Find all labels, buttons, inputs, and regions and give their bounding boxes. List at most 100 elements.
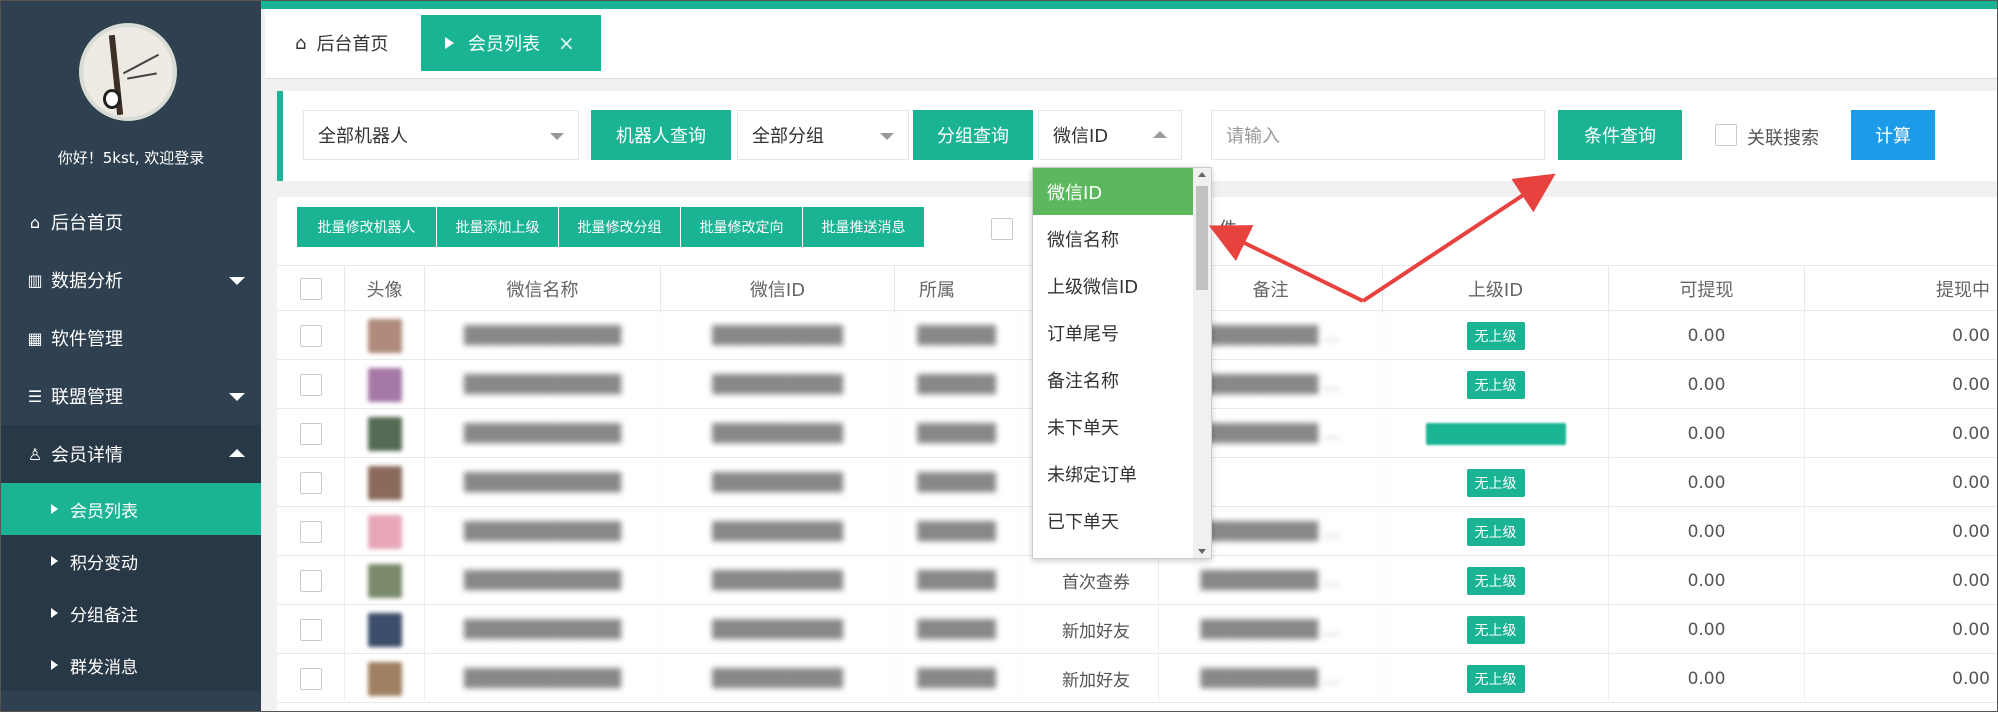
row-checkbox[interactable]: [299, 471, 322, 494]
robot-select[interactable]: 全部机器人: [303, 110, 579, 160]
row-checkbox[interactable]: [299, 324, 322, 347]
dropdown-option[interactable]: 微信ID: [1033, 168, 1211, 215]
tab-home[interactable]: ⌂ 后台首页: [295, 15, 388, 71]
batch-modify-group-button[interactable]: 批量修改分组: [559, 207, 681, 247]
row-wechat-id: ██████████: [661, 409, 895, 458]
status-badge: 无上级: [1466, 664, 1525, 693]
triangle-right-icon: [51, 504, 58, 514]
row-wechat-id: ██████████: [661, 556, 895, 605]
group-query-button[interactable]: 分组查询: [913, 110, 1033, 160]
sidebar-item-members[interactable]: ♙ 会员详情: [1, 425, 261, 483]
row-wechat-id: ██████████: [661, 360, 895, 409]
row-checkbox[interactable]: [299, 373, 322, 396]
sidebar-item-software[interactable]: ▦ 软件管理: [1, 309, 261, 367]
row-checkbox[interactable]: [299, 569, 322, 592]
batch-add-parent-button[interactable]: 批量添加上级: [437, 207, 559, 247]
triangle-right-icon: [445, 37, 454, 49]
dropdown-option[interactable]: 备注名称: [1033, 356, 1211, 403]
row-checkbox-cell: [277, 360, 345, 409]
row-avatar: [345, 507, 425, 556]
row-wechat-name: ████████████: [425, 654, 661, 703]
avatar: [367, 612, 402, 647]
row-checkbox-cell: [277, 409, 345, 458]
chevron-down-icon: [550, 133, 564, 140]
scroll-down-icon[interactable]: [1198, 549, 1206, 554]
robot-query-button[interactable]: 机器人查询: [591, 110, 731, 160]
sidebar-subitem-member-list[interactable]: 会员列表: [1, 483, 261, 535]
list-icon: ☰: [27, 386, 43, 406]
scrollbar-thumb[interactable]: [1196, 186, 1208, 290]
avatar[interactable]: [79, 23, 177, 121]
dropdown-option[interactable]: 未下单天: [1033, 403, 1211, 450]
status-badge: 无上级: [1466, 517, 1525, 546]
row-parent-id: 无上级: [1383, 556, 1609, 605]
header-wechat-name[interactable]: 微信名称: [425, 266, 661, 312]
row-parent-id: 无上级: [1383, 605, 1609, 654]
batch-modify-direction-button[interactable]: 批量修改定向: [681, 207, 803, 247]
select-all-checkbox[interactable]: [299, 278, 322, 300]
row-avatar: [345, 458, 425, 507]
header-withdrawable[interactable]: 可提现: [1609, 266, 1805, 312]
row-withdrawing: 0.00: [1805, 605, 1997, 654]
user-icon: ♙: [27, 444, 43, 464]
sidebar-item-label: 会员详情: [51, 445, 123, 466]
tab-member-list[interactable]: 会员列表 ×: [421, 15, 601, 71]
sidebar-item-data-analysis[interactable]: ▥ 数据分析: [1, 251, 261, 309]
field-select[interactable]: 微信ID: [1038, 110, 1182, 160]
condition-query-button[interactable]: 条件查询: [1558, 110, 1682, 160]
calculate-button[interactable]: 计算: [1851, 110, 1935, 160]
header-belongs[interactable]: 所属: [895, 266, 1035, 312]
group-select-value: 全部分组: [752, 126, 824, 147]
header-parent-id[interactable]: 上级ID: [1383, 266, 1609, 312]
header-avatar[interactable]: 头像: [345, 266, 425, 312]
dropdown-option[interactable]: 订单尾号: [1033, 309, 1211, 356]
status-badge: 无上级: [1466, 370, 1525, 399]
row-withdrawable: 0.00: [1609, 360, 1805, 409]
sidebar-subitem-broadcast[interactable]: 群发消息: [1, 639, 261, 691]
row-checkbox[interactable]: [299, 667, 322, 690]
row-wechat-id: ██████████: [661, 507, 895, 556]
batch-push-message-button[interactable]: 批量推送消息: [803, 207, 925, 247]
header-withdrawing[interactable]: 提现中: [1805, 266, 1997, 312]
row-checkbox[interactable]: [299, 422, 322, 445]
dropdown-scrollbar[interactable]: [1193, 168, 1211, 558]
row-belongs: ██████: [895, 654, 1019, 703]
tab-bar: ⌂ 后台首页 会员列表 ×: [265, 9, 1997, 79]
dropdown-option[interactable]: 未绑定订单: [1033, 450, 1211, 497]
row-avatar: [345, 409, 425, 458]
batch-option-checkbox[interactable]: [991, 218, 1013, 240]
search-input[interactable]: 请输入: [1211, 110, 1545, 160]
table-row[interactable]: ████████████ ██████████ ██████ 新加好友 ████████…: [277, 605, 1997, 654]
row-checkbox[interactable]: [299, 520, 322, 543]
status-badge: 无上级: [1466, 566, 1525, 595]
sidebar-subitem-points[interactable]: 积分变动: [1, 535, 261, 587]
home-icon: ⌂: [295, 32, 307, 54]
header-wechat-id[interactable]: 微信ID: [661, 266, 895, 312]
table-row[interactable]: ████████████ ██████████ ██████ 首次查券 ████████…: [277, 556, 1997, 605]
group-select[interactable]: 全部分组: [737, 110, 909, 160]
scroll-up-icon[interactable]: [1198, 172, 1206, 177]
row-belongs: ██████: [895, 556, 1019, 605]
table-row[interactable]: ████████████ ██████████ ██████ 新加好友 ████████…: [277, 654, 1997, 703]
row-remark: █████████ …: [1159, 605, 1383, 654]
chevron-down-icon: [229, 277, 245, 285]
row-wechat-name: ████████████: [425, 311, 661, 360]
sidebar-subitem-group-notes[interactable]: 分组备注: [1, 587, 261, 639]
dropdown-option[interactable]: 已下单天: [1033, 497, 1211, 544]
row-checkbox-cell: [277, 458, 345, 507]
row-checkbox[interactable]: [299, 618, 322, 641]
dropdown-option[interactable]: 上级微信ID: [1033, 262, 1211, 309]
sidebar-item-alliance[interactable]: ☰ 联盟管理: [1, 367, 261, 425]
row-withdrawable: 0.00: [1609, 605, 1805, 654]
dropdown-option[interactable]: 微信名称: [1033, 215, 1211, 262]
assoc-search-checkbox[interactable]: [1715, 124, 1737, 146]
chevron-down-icon: [229, 393, 245, 401]
sidebar-item-label: 数据分析: [51, 271, 123, 292]
row-tag: 新加好友: [1019, 605, 1159, 654]
close-icon[interactable]: ×: [558, 31, 575, 55]
row-avatar: [345, 605, 425, 654]
avatar: [367, 318, 402, 353]
row-remark: █████████ …: [1159, 556, 1383, 605]
sidebar-item-home[interactable]: ⌂ 后台首页: [1, 193, 261, 251]
batch-modify-robot-button[interactable]: 批量修改机器人: [297, 207, 437, 247]
